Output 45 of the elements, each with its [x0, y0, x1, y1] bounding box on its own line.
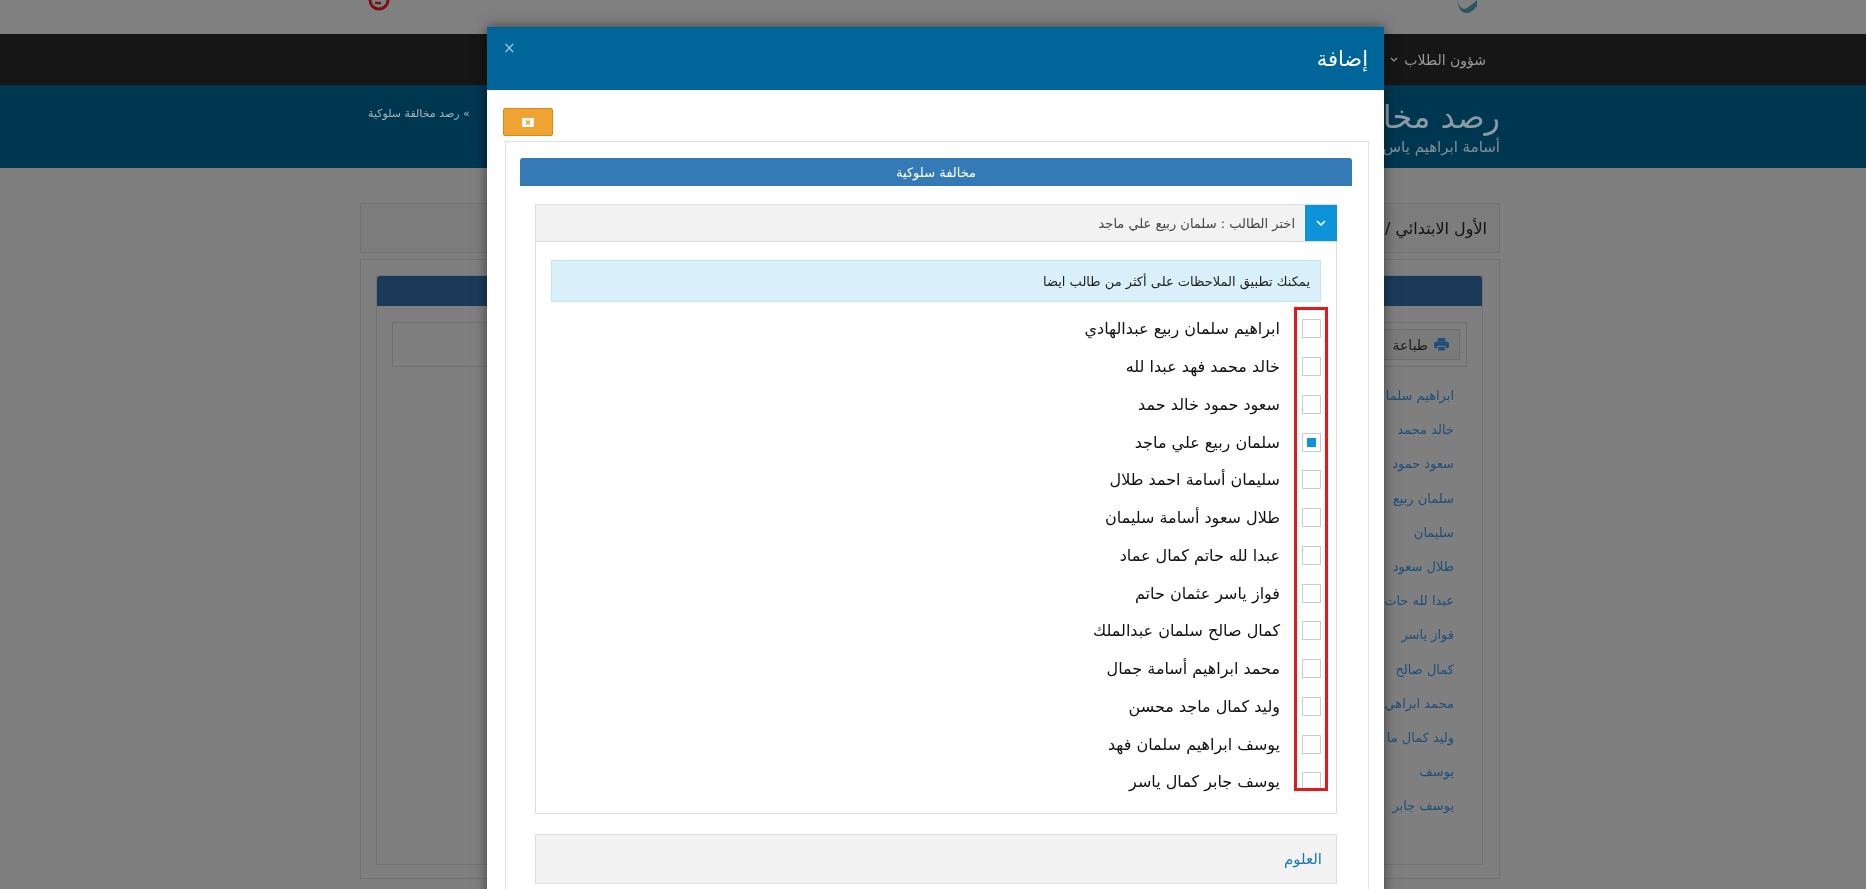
student-name: سعود حمود خالد حمد [1138, 394, 1280, 414]
student-name: وليد كمال ماجد محسن [1128, 696, 1280, 716]
accordion-title: اختر الطالب : سلمان ربيع علي ماجد [1098, 215, 1295, 231]
student-name: ابراهيم سلمان ربيع عبدالهادي [1084, 319, 1280, 339]
class-label: الأول الابتدائي / [1385, 218, 1487, 238]
checkbox[interactable] [1302, 508, 1321, 528]
student-name: عبدا لله حاتم كمال عماد [1119, 545, 1280, 565]
page-subtitle: أسامة ابراهيم ياس [1382, 137, 1500, 157]
checkbox[interactable] [1302, 357, 1321, 377]
page-title: رصد مخا [1382, 97, 1500, 137]
logo-icon [1455, 0, 1479, 14]
student-name: يوسف ابراهيم سلمان فهد [1107, 734, 1280, 754]
breadcrumb: » رصد مخالفة سلوكية [368, 107, 470, 120]
close-icon [522, 117, 534, 127]
student-name: كمال صالح سلمان عبدالملك [1093, 621, 1280, 641]
caret-icon [1390, 57, 1399, 62]
student-name: خالد محمد فهد عبدا لله [1125, 357, 1280, 377]
checkbox[interactable] [1302, 659, 1321, 679]
cancel-button[interactable] [503, 108, 553, 136]
student-name: فواز ياسر عثمان حاتم [1134, 583, 1280, 603]
close-button[interactable]: × [503, 38, 516, 57]
print-button[interactable]: طباعة [1381, 329, 1460, 360]
nav-menu-item[interactable]: شؤون الطلاب [1404, 51, 1486, 68]
checkbox[interactable] [1302, 545, 1321, 565]
accordion-title: العلوم [1284, 849, 1322, 868]
student-name: طلال سعود أسامة سليمان [1105, 508, 1280, 528]
printer-icon [1434, 338, 1449, 351]
modal-title: إضافة [1316, 46, 1368, 71]
panel-title: مخالفة سلوكية [896, 164, 976, 180]
checkbox[interactable] [1302, 583, 1321, 603]
checkbox[interactable] [1302, 394, 1321, 414]
student-name: سلمان ربيع علي ماجد [1134, 432, 1280, 452]
checkbox[interactable] [1302, 432, 1321, 452]
checkbox[interactable] [1302, 470, 1321, 490]
checkbox[interactable] [1302, 621, 1321, 641]
accordion-header[interactable]: العلوم [535, 833, 1337, 884]
student-name: سليمان أسامة احمد طلال [1109, 470, 1280, 490]
alert-text: يمكنك تطبيق الملاحظات على أكثر من طالب ايضا [1043, 273, 1310, 289]
checkbox[interactable] [1302, 734, 1321, 754]
chevron-down-icon[interactable] [1305, 205, 1337, 241]
checkbox[interactable] [1302, 696, 1321, 716]
accordion-header[interactable]: اختر الطالب : سلمان ربيع علي ماجد [535, 204, 1337, 242]
student-name: يوسف جابر كمال ياسر [1129, 772, 1280, 792]
student-name: محمد ابراهيم أسامة جمال [1106, 659, 1280, 679]
checkbox[interactable] [1302, 319, 1321, 339]
